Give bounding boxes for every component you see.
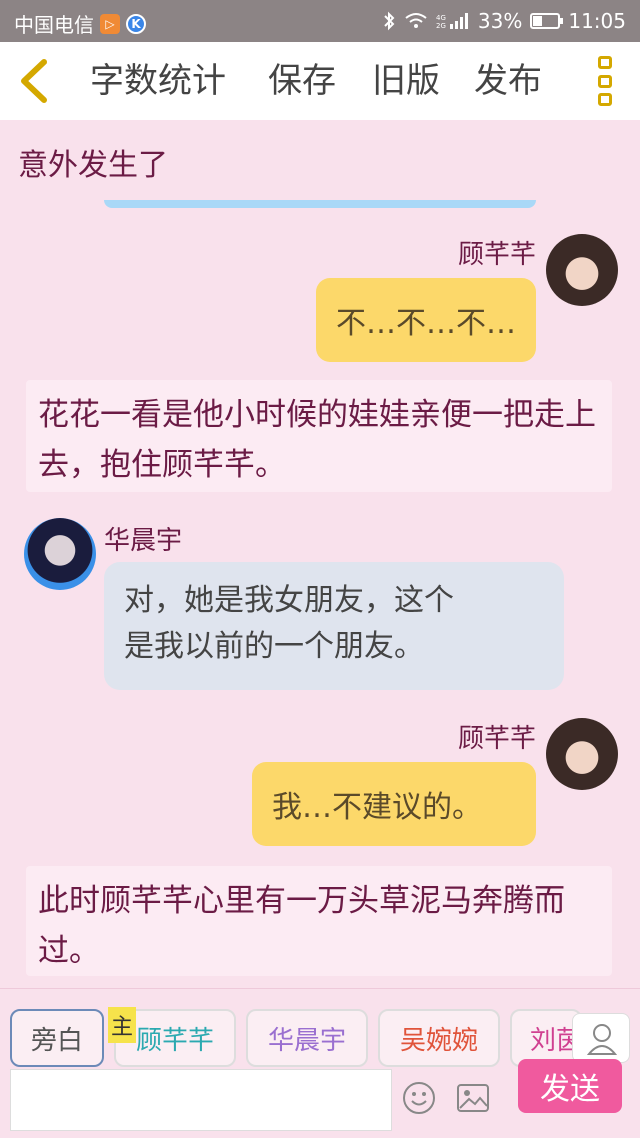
- speaker-name: 顾芊芊: [457, 724, 536, 754]
- battery-icon: [530, 13, 564, 29]
- narration-text: 意外发生了: [18, 148, 168, 183]
- role-chip-wu[interactable]: 吴婉婉: [378, 1009, 500, 1067]
- composer-bar: 旁白 顾芊芊 主 华晨宇 吴婉婉 刘茵 发送: [0, 988, 640, 1138]
- role-manager-button[interactable]: [572, 1013, 630, 1063]
- video-icon: ▷: [100, 13, 120, 34]
- bluetooth-icon: [384, 11, 395, 31]
- message-bubble-partial: [104, 200, 536, 208]
- send-button[interactable]: 发送: [518, 1059, 622, 1113]
- user-icon: [586, 1024, 618, 1055]
- role-chip-hua[interactable]: 华晨宇: [246, 1009, 368, 1067]
- message-bubble[interactable]: 我…不建议的。: [252, 762, 536, 846]
- avatar[interactable]: [546, 718, 618, 790]
- narration-block[interactable]: 此时顾芊芊心里有一万头草泥马奔腾而过。: [26, 866, 612, 976]
- avatar[interactable]: [24, 518, 96, 590]
- speaker-name: 顾芊芊: [457, 240, 536, 270]
- carrier-label: 中国电信: [14, 13, 94, 37]
- old-version-button[interactable]: 旧版: [372, 60, 440, 102]
- emoji-icon[interactable]: [402, 1081, 436, 1115]
- word-count-button[interactable]: 字数统计: [90, 60, 226, 102]
- clock: 11:05: [568, 9, 626, 33]
- more-vertical-icon[interactable]: [598, 56, 614, 106]
- speaker-name: 华晨宇: [104, 526, 183, 556]
- message-bubble[interactable]: 不…不…不…: [316, 278, 536, 362]
- message-input[interactable]: [10, 1069, 392, 1131]
- save-button[interactable]: 保存: [268, 60, 336, 102]
- wifi-icon: [405, 13, 427, 28]
- image-icon[interactable]: [456, 1083, 490, 1113]
- chevron-left-icon[interactable]: [14, 58, 54, 104]
- k-icon: K: [126, 13, 146, 34]
- signal-icon: 4G2G: [436, 13, 468, 30]
- battery-percent: 33%: [477, 9, 523, 33]
- message-bubble[interactable]: 对，她是我女朋友，这个 是我以前的一个朋友。: [104, 562, 564, 690]
- svg-text:2G: 2G: [436, 22, 446, 30]
- status-bar: 中国电信 ▷ K 4G 2G 33% 11:05: [0, 0, 640, 42]
- svg-text:4G: 4G: [436, 14, 446, 22]
- main-role-tag: 主: [108, 1007, 137, 1043]
- publish-button[interactable]: 发布: [474, 60, 542, 102]
- narration-block[interactable]: 花花一看是他小时候的娃娃亲便一把走上去，抱住顾芊芊。: [26, 380, 612, 492]
- chat-area[interactable]: 意外发生了 顾芊芊 不…不…不… 花花一看是他小时候的娃娃亲便一把走上去，抱住顾…: [0, 120, 640, 988]
- toolbar: 字数统计 保存 旧版 发布: [0, 42, 640, 120]
- message-line: 是我以前的一个朋友。: [124, 629, 424, 664]
- avatar[interactable]: [546, 234, 618, 306]
- message-line: 对，她是我女朋友，这个: [124, 583, 454, 618]
- role-chip-narrator[interactable]: 旁白: [10, 1009, 104, 1067]
